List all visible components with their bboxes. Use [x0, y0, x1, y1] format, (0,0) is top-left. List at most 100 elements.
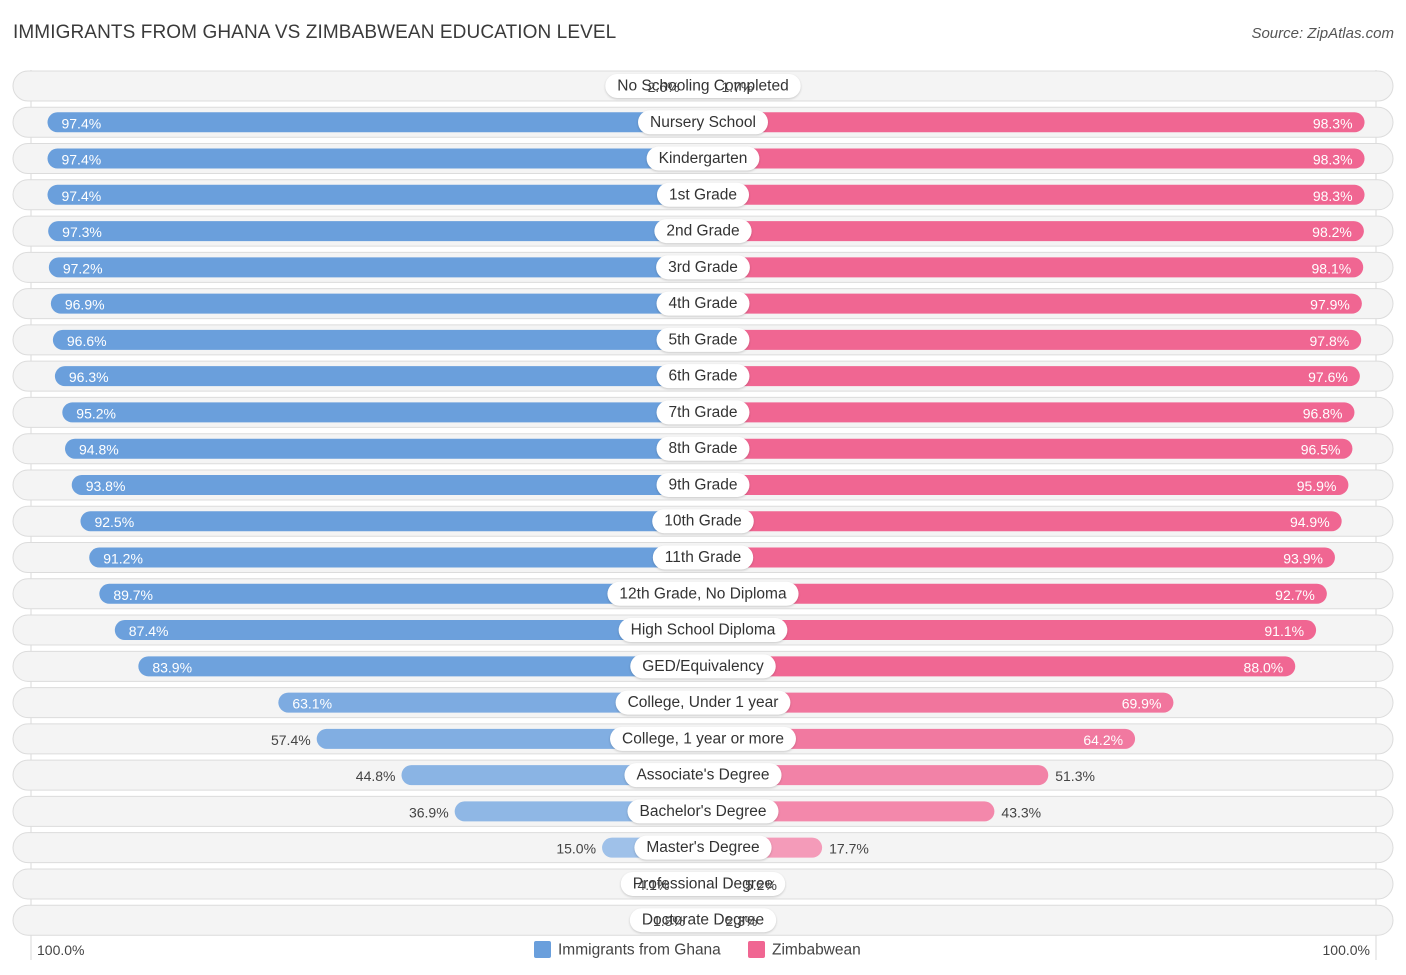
value-label-ghana: 97.4%	[61, 152, 101, 168]
category-label: 8th Grade	[669, 440, 738, 457]
bar-ghana	[114, 620, 704, 641]
value-label-zimbabwean: 98.1%	[1312, 260, 1352, 276]
category-label: 7th Grade	[669, 404, 738, 421]
category-label: 11th Grade	[665, 549, 741, 566]
bar-zimbabwean	[703, 474, 1349, 495]
legend-swatch-zimbabwean	[748, 941, 765, 958]
bar-ghana	[64, 438, 704, 459]
category-label: No Schooling Completed	[617, 78, 788, 95]
value-label-zimbabwean: 5.2%	[745, 877, 777, 893]
legend-label-ghana: Immigrants from Ghana	[558, 942, 721, 959]
value-label-ghana: 44.8%	[356, 768, 396, 784]
category-label: 6th Grade	[669, 368, 738, 385]
category-label: GED/Equivalency	[642, 658, 764, 675]
value-label-ghana: 97.3%	[62, 224, 102, 240]
chart-row: GED/Equivalency 83.9% 88.0%	[12, 650, 1394, 682]
value-label-zimbabwean: 64.2%	[1083, 732, 1123, 748]
chart-rows: No Schooling Completed2.6% 1.7% Nursery Sc…	[12, 70, 1394, 936]
value-label-ghana: 96.6%	[67, 333, 107, 349]
category-label: College, Under 1 year	[628, 694, 779, 711]
bar-ghana	[48, 221, 703, 242]
value-label-ghana: 4.1%	[637, 877, 669, 893]
chart-row: 9th Grade 93.8% 95.9%	[12, 469, 1394, 501]
bar-ghana	[89, 547, 703, 568]
chart-row: 10th Grade 92.5% 94.9%	[12, 505, 1394, 537]
value-label-zimbabwean: 97.9%	[1310, 297, 1350, 313]
category-label: 5th Grade	[669, 331, 738, 348]
value-label-ghana: 93.8%	[86, 478, 126, 494]
category-label: 3rd Grade	[668, 259, 738, 276]
chart-row: 3rd Grade 97.2% 98.1%	[12, 251, 1394, 283]
value-label-ghana: 96.9%	[65, 297, 105, 313]
value-label-ghana: 95.2%	[76, 405, 116, 421]
chart-row: 4th Grade 96.9% 97.9%	[12, 288, 1394, 320]
chart-row: College, Under 1 year 63.1% 69.9%	[12, 687, 1394, 719]
category-label: 12th Grade, No Diploma	[619, 585, 787, 602]
chart-row: High School Diploma 87.4% 91.1%	[12, 614, 1394, 646]
bar-zimbabwean	[703, 656, 1296, 677]
bar-ghana	[138, 656, 703, 677]
bar-ghana	[52, 329, 703, 350]
category-label: High School Diploma	[631, 622, 776, 639]
chart-row: 2nd Grade 97.3% 98.2%	[12, 215, 1394, 247]
value-label-ghana: 63.1%	[292, 696, 332, 712]
legend-swatch-ghana	[534, 941, 551, 958]
chart-row: 5th Grade 96.6% 97.8%	[12, 324, 1394, 356]
chart-row: 6th Grade 96.3% 97.6%	[12, 360, 1394, 392]
axis-label-left: 100.0%	[37, 942, 84, 958]
value-label-zimbabwean: 69.9%	[1122, 696, 1162, 712]
category-label: 4th Grade	[669, 295, 738, 312]
category-label: 9th Grade	[669, 476, 738, 493]
value-label-zimbabwean: 96.5%	[1301, 442, 1341, 458]
chart-row: Bachelor's Degree 36.9% 43.3%	[12, 795, 1394, 827]
value-label-ghana: 57.4%	[271, 732, 311, 748]
legend-label-zimbabwean: Zimbabwean	[772, 942, 861, 959]
value-label-ghana: 15.0%	[556, 841, 596, 857]
value-label-zimbabwean: 17.7%	[829, 841, 869, 857]
bar-zimbabwean	[703, 366, 1360, 387]
bar-ghana	[47, 112, 704, 133]
value-label-zimbabwean: 94.9%	[1290, 514, 1330, 530]
value-label-zimbabwean: 97.8%	[1309, 333, 1349, 349]
value-label-zimbabwean: 93.9%	[1283, 551, 1323, 567]
value-label-ghana: 87.4%	[129, 623, 169, 639]
value-label-zimbabwean: 98.3%	[1313, 152, 1353, 168]
bar-ghana	[54, 366, 703, 387]
diverging-bar-chart: No Schooling Completed2.6% 1.7% Nursery Sc…	[12, 70, 1394, 960]
bar-zimbabwean	[703, 221, 1364, 242]
chart-row: Doctorate Degree1.8% 2.3%	[12, 904, 1394, 936]
value-label-ghana: 96.3%	[69, 369, 109, 385]
value-label-ghana: 94.8%	[79, 442, 119, 458]
value-label-zimbabwean: 91.1%	[1264, 623, 1304, 639]
bar-zimbabwean	[703, 184, 1365, 205]
bar-zimbabwean	[703, 257, 1364, 278]
category-label: Kindergarten	[659, 150, 748, 167]
bar-zimbabwean	[703, 547, 1335, 568]
value-label-ghana: 97.4%	[61, 115, 101, 131]
value-label-zimbabwean: 97.6%	[1308, 369, 1348, 385]
bar-ghana	[62, 402, 703, 423]
value-label-ghana: 1.8%	[653, 913, 685, 929]
chart-row: No Schooling Completed2.6% 1.7%	[12, 70, 1394, 102]
chart-row: 12th Grade, No Diploma 89.7% 92.7%	[12, 578, 1394, 610]
bar-zimbabwean	[703, 620, 1317, 641]
bar-ghana	[47, 184, 704, 205]
category-label: Nursery School	[650, 114, 756, 131]
chart-row: 7th Grade 95.2% 96.8%	[12, 396, 1394, 428]
value-label-ghana: 91.2%	[103, 551, 143, 567]
axis-label-right: 100.0%	[1323, 942, 1370, 958]
bar-zimbabwean	[703, 148, 1365, 169]
legend: Immigrants from Ghana Zimbabwean	[534, 941, 861, 959]
category-label: 1st Grade	[669, 186, 737, 203]
chart-row: 8th Grade 94.8% 96.5%	[12, 433, 1394, 465]
value-label-zimbabwean: 43.3%	[1001, 804, 1041, 820]
chart-row: College, 1 year or more 57.4% 64.2%	[12, 723, 1394, 755]
value-label-zimbabwean: 88.0%	[1244, 659, 1284, 675]
value-label-zimbabwean: 1.7%	[721, 79, 753, 95]
chart-row: Associate's Degree 44.8% 51.3%	[12, 759, 1394, 791]
category-label: Master's Degree	[646, 839, 759, 856]
bar-ghana	[48, 257, 704, 278]
value-label-zimbabwean: 51.3%	[1055, 768, 1095, 784]
category-label: 10th Grade	[664, 513, 742, 530]
value-label-ghana: 83.9%	[152, 659, 192, 675]
